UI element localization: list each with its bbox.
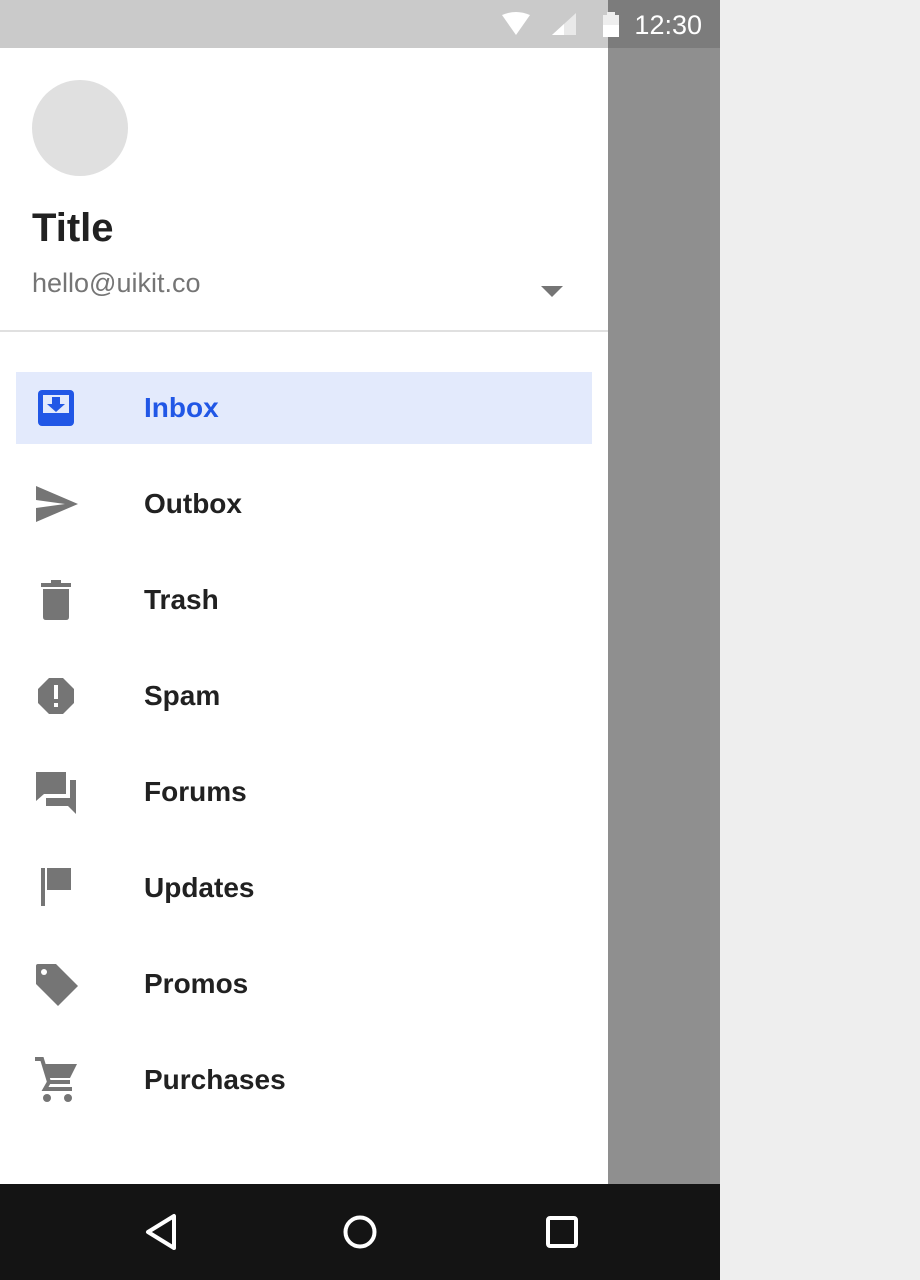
nav-item-label: Trash [144, 584, 219, 615]
header-divider [0, 330, 608, 332]
recents-icon[interactable] [544, 1212, 580, 1252]
cart-icon [35, 1057, 77, 1102]
nav-item-forums[interactable]: Forums [16, 756, 592, 828]
nav-item-inbox[interactable]: Inbox [16, 372, 592, 444]
nav-item-label: Forums [144, 776, 247, 807]
wifi-icon [502, 12, 530, 35]
phone-screen: 12:30 Title hello@uikit.co Inbox Outbox … [0, 0, 720, 1280]
nav-item-trash[interactable]: Trash [16, 564, 592, 636]
nav-item-label: Outbox [144, 488, 242, 519]
trash-icon [41, 580, 71, 620]
avatar[interactable] [32, 80, 128, 176]
nav-item-label: Purchases [144, 1064, 286, 1095]
report-icon [38, 678, 74, 714]
forum-icon [36, 772, 76, 814]
cellular-signal-icon [552, 13, 576, 35]
nav-item-label: Promos [144, 968, 249, 999]
battery-icon [603, 12, 619, 37]
nav-item-promos[interactable]: Promos [16, 948, 592, 1020]
account-email: hello@uikit.co [32, 268, 201, 298]
back-icon[interactable] [144, 1212, 178, 1252]
nav-item-updates[interactable]: Updates [16, 852, 592, 924]
status-bar: 12:30 [0, 0, 720, 48]
navigation-drawer: Title hello@uikit.co Inbox Outbox Trash … [0, 48, 608, 1184]
nav-item-outbox[interactable]: Outbox [16, 468, 592, 540]
nav-item-label: Inbox [144, 392, 219, 423]
inbox-icon [38, 390, 74, 426]
chevron-down-icon[interactable] [532, 276, 572, 304]
nav-item-purchases[interactable]: Purchases [16, 1044, 592, 1116]
nav-item-spam[interactable]: Spam [16, 660, 592, 732]
nav-item-label: Spam [144, 680, 221, 711]
system-nav-bar [0, 1184, 720, 1280]
account-title: Title [32, 206, 114, 250]
status-clock: 12:30 [634, 10, 702, 40]
tag-icon [36, 964, 78, 1006]
nav-list: Inbox Outbox Trash Spam Forums Updates P… [16, 372, 592, 1140]
flag-icon [41, 868, 71, 906]
send-icon [36, 486, 78, 522]
home-icon[interactable] [342, 1212, 378, 1252]
nav-item-label: Updates [144, 872, 255, 903]
